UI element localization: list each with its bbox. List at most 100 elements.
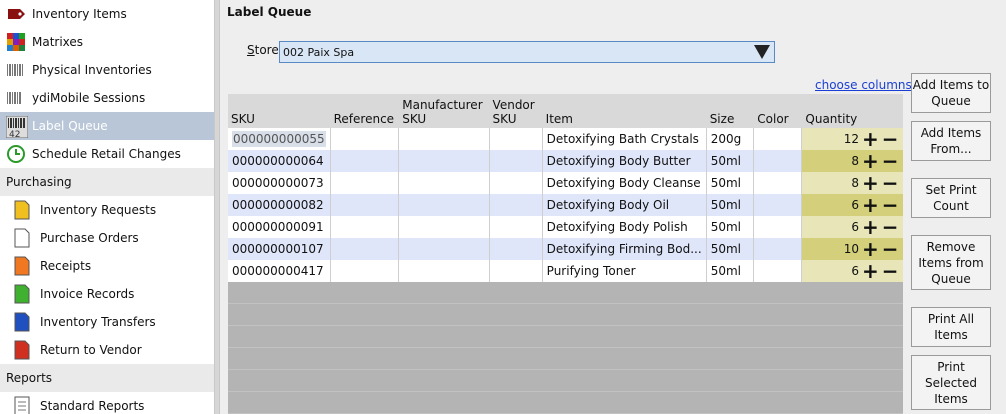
minus-icon[interactable]: − [882,217,899,237]
cell-vendor-sku[interactable] [489,150,543,172]
sidebar-item-invoice-records[interactable]: Invoice Records [0,280,214,308]
cell-color[interactable] [753,194,803,216]
cell-sku[interactable]: 000000000417 [228,260,331,282]
sidebar-item-physical-inventories[interactable]: Physical Inventories [0,56,214,84]
print-all-items-button[interactable]: Print All Items [911,307,991,347]
table-row[interactable]: 000000000107 Detoxifying Firming Bod... … [228,238,903,260]
sidebar-item-matrixes[interactable]: Matrixes [0,28,214,56]
cell-size[interactable]: 50ml [706,238,755,260]
cell-size[interactable]: 200g [706,128,755,150]
cell-vendor-sku[interactable] [489,260,543,282]
plus-icon[interactable]: + [862,129,879,149]
sidebar-item-purchase-orders[interactable]: Purchase Orders [0,224,214,252]
sidebar-item-inventory-requests[interactable]: Inventory Requests [0,196,214,224]
print-selected-items-button[interactable]: Print Selected Items [911,355,991,410]
table-row[interactable]: 000000000091 Detoxifying Body Polish 50m… [228,216,903,238]
sidebar-item-receipts[interactable]: Receipts [0,252,214,280]
cell-item[interactable]: Detoxifying Body Butter [542,150,707,172]
cell-reference[interactable] [330,128,400,150]
cell-item[interactable]: Detoxifying Firming Bod... [542,238,707,260]
quantity-value[interactable]: 6 [851,220,859,234]
cell-manufacturer-sku[interactable] [398,238,490,260]
cell-sku[interactable]: 000000000091 [228,216,331,238]
sidebar-item-inventory-transfers[interactable]: Inventory Transfers [0,308,214,336]
cell-item[interactable]: Detoxifying Body Oil [542,194,707,216]
cell-reference[interactable] [330,172,400,194]
cell-manufacturer-sku[interactable] [398,260,490,282]
cell-size[interactable]: 50ml [706,150,755,172]
cell-size[interactable]: 50ml [706,194,755,216]
cell-vendor-sku[interactable] [489,128,543,150]
column-header-color[interactable]: Color [753,94,803,128]
cell-reference[interactable] [330,260,400,282]
cell-color[interactable] [753,238,803,260]
cell-manufacturer-sku[interactable] [398,216,490,238]
minus-icon[interactable]: − [882,129,899,149]
cell-item[interactable]: Detoxifying Body Polish [542,216,707,238]
chevron-down-icon[interactable] [754,45,770,59]
quantity-value[interactable]: 10 [844,242,859,256]
plus-icon[interactable]: + [862,239,879,259]
cell-item[interactable]: Purifying Toner [542,260,707,282]
cell-reference[interactable] [330,194,400,216]
cell-sku[interactable]: 000000000073 [228,172,331,194]
sidebar-item-return-to-vendor[interactable]: Return to Vendor [0,336,214,364]
cell-size[interactable]: 50ml [706,260,755,282]
quantity-value[interactable]: 8 [851,154,859,168]
cell-color[interactable] [753,216,803,238]
minus-icon[interactable]: − [882,195,899,215]
column-header-manufacturer-sku[interactable]: Manufacturer SKU [398,94,490,128]
minus-icon[interactable]: − [882,173,899,193]
quantity-value[interactable]: 6 [851,264,859,278]
cell-color[interactable] [753,150,803,172]
cell-manufacturer-sku[interactable] [398,194,490,216]
sidebar-item-standard-reports[interactable]: Standard Reports [0,392,214,414]
cell-manufacturer-sku[interactable] [398,172,490,194]
set-print-count-button[interactable]: Set Print Count [911,178,991,218]
quantity-value[interactable]: 12 [844,132,859,146]
sidebar-item-schedule-retail-changes[interactable]: Schedule Retail Changes [0,140,214,168]
column-header-item[interactable]: Item [542,94,707,128]
plus-icon[interactable]: + [862,173,879,193]
column-header-reference[interactable]: Reference [330,94,400,128]
cell-vendor-sku[interactable] [489,194,543,216]
cell-sku[interactable]: 000000000064 [228,150,331,172]
add-items-to-queue-button[interactable]: Add Items to Queue [911,73,991,113]
plus-icon[interactable]: + [862,195,879,215]
table-row[interactable]: 000000000055 Detoxifying Bath Crystals 2… [228,128,903,150]
remove-items-from-queue-button[interactable]: Remove Items from Queue [911,235,991,290]
cell-item[interactable]: Detoxifying Body Cleanse [542,172,707,194]
plus-icon[interactable]: + [862,217,879,237]
choose-columns-link[interactable]: choose columns [815,78,912,92]
minus-icon[interactable]: − [882,261,899,281]
cell-color[interactable] [753,128,803,150]
minus-icon[interactable]: − [882,151,899,171]
cell-vendor-sku[interactable] [489,172,543,194]
column-header-quantity[interactable]: Quantity [801,94,903,128]
table-row[interactable]: 000000000417 Purifying Toner 50ml 6 + − [228,260,903,282]
table-row[interactable]: 000000000064 Detoxifying Body Butter 50m… [228,150,903,172]
cell-size[interactable]: 50ml [706,216,755,238]
store-select[interactable]: 002 Paix Spa [279,41,775,63]
cell-vendor-sku[interactable] [489,216,543,238]
cell-reference[interactable] [330,150,400,172]
quantity-value[interactable]: 8 [851,176,859,190]
cell-sku[interactable]: 000000000082 [228,194,331,216]
cell-reference[interactable] [330,238,400,260]
cell-color[interactable] [753,260,803,282]
column-header-vendor-sku[interactable]: Vendor SKU [489,94,543,128]
cell-sku[interactable]: 000000000107 [228,238,331,260]
sidebar-item-ydimobile-sessions[interactable]: ydiMobile Sessions [0,84,214,112]
cell-manufacturer-sku[interactable] [398,128,490,150]
column-header-size[interactable]: Size [706,94,755,128]
sidebar-item-label-queue[interactable]: 42 Label Queue [0,112,214,140]
minus-icon[interactable]: − [882,239,899,259]
cell-reference[interactable] [330,216,400,238]
plus-icon[interactable]: + [862,261,879,281]
column-header-sku[interactable]: SKU [228,94,331,128]
cell-manufacturer-sku[interactable] [398,150,490,172]
quantity-value[interactable]: 6 [851,198,859,212]
table-row[interactable]: 000000000082 Detoxifying Body Oil 50ml 6… [228,194,903,216]
cell-item[interactable]: Detoxifying Bath Crystals [542,128,707,150]
add-items-from-button[interactable]: Add Items From... [911,121,991,161]
